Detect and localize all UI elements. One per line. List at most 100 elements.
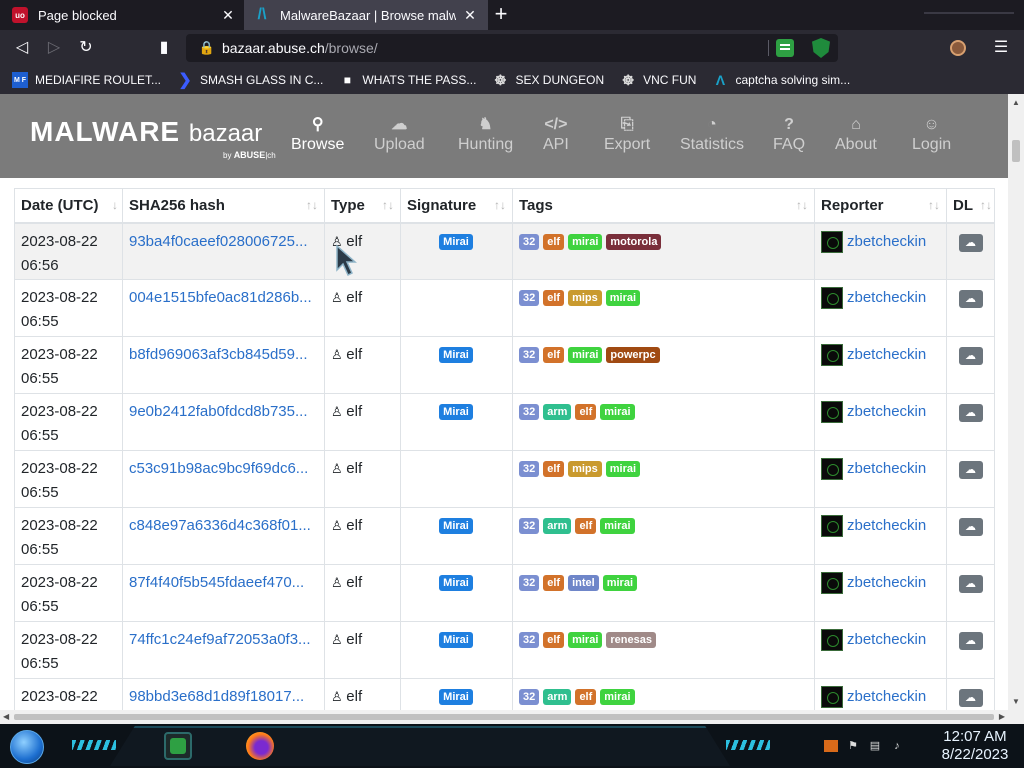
- tag-badge[interactable]: 32: [519, 575, 540, 592]
- nav-statistics[interactable]: ◔ Statistics: [680, 114, 744, 154]
- tag-badge[interactable]: 32: [519, 689, 540, 706]
- reporter-link[interactable]: zbetcheckin: [821, 628, 940, 652]
- url-text[interactable]: bazaar.abuse.ch/browse/: [222, 40, 378, 56]
- sha256-link[interactable]: 87f4f40f5b545fdaeef470...: [129, 571, 318, 595]
- reporter-link[interactable]: zbetcheckin: [821, 400, 940, 424]
- cloud-download-icon[interactable]: ☁: [958, 575, 983, 593]
- tag-badge[interactable]: elf: [543, 347, 565, 364]
- tag-badge[interactable]: mirai: [600, 689, 635, 706]
- table-row[interactable]: 2023-08-22 98bbd3e68d1d89f18017... ♙ elf Mi…: [14, 678, 995, 710]
- signature-badge[interactable]: Mirai: [439, 689, 473, 706]
- tag-badge[interactable]: elf: [543, 290, 565, 307]
- tag-badge[interactable]: 32: [519, 518, 540, 535]
- scroll-down-icon[interactable]: ▼: [1012, 697, 1020, 706]
- reporter-link[interactable]: zbetcheckin: [821, 286, 940, 310]
- back-icon[interactable]: ◁: [12, 38, 32, 58]
- tag-badge[interactable]: 32: [519, 233, 540, 250]
- tag-badge[interactable]: mirai: [605, 290, 641, 307]
- tag-badge[interactable]: motorola: [606, 233, 662, 250]
- bookmark-captcha[interactable]: Λ captcha solving sim...: [712, 72, 850, 88]
- bookmark-mediafire[interactable]: M F MEDIAFIRE ROULET...: [12, 72, 161, 88]
- tag-badge[interactable]: elf: [543, 575, 565, 592]
- scroll-left-icon[interactable]: ◀: [3, 712, 9, 721]
- flag-icon[interactable]: ⚑: [846, 740, 860, 752]
- address-bar[interactable]: 🔒 bazaar.abuse.ch/browse/: [186, 34, 838, 62]
- tag-badge[interactable]: mirai: [600, 518, 635, 535]
- tag-badge[interactable]: arm: [543, 518, 572, 535]
- bookmark-whats-the-pass[interactable]: ■ WHATS THE PASS...: [339, 72, 477, 88]
- tag-badge[interactable]: intel: [568, 575, 599, 592]
- hamburger-menu-icon[interactable]: ☰: [992, 38, 1010, 58]
- tag-badge[interactable]: mirai: [602, 575, 638, 592]
- table-row[interactable]: 2023-08-22 06:55 74ffc1c24ef9af72053a0f3..…: [14, 621, 995, 679]
- profile-avatar[interactable]: [950, 40, 966, 56]
- sha256-link[interactable]: c53c91b98ac9bc9f69dc6...: [129, 457, 318, 481]
- horizontal-scrollbar[interactable]: ◀ ▶: [0, 710, 1008, 724]
- network-icon[interactable]: ▤: [868, 740, 882, 752]
- reporter-link[interactable]: zbetcheckin: [821, 343, 940, 367]
- nav-upload[interactable]: ☁ Upload: [374, 114, 425, 154]
- start-button[interactable]: [10, 730, 44, 764]
- vertical-scrollbar[interactable]: ▲ ▼: [1008, 94, 1024, 710]
- cloud-download-icon[interactable]: ☁: [958, 347, 983, 365]
- nav-faq[interactable]: ? FAQ: [773, 114, 805, 154]
- sha256-link[interactable]: 004e1515bfe0ac81d286b...: [129, 286, 318, 310]
- tag-badge[interactable]: arm: [543, 689, 572, 706]
- reporter-link[interactable]: zbetcheckin: [821, 230, 940, 254]
- tag-badge[interactable]: mips: [568, 290, 602, 307]
- reporter-link[interactable]: zbetcheckin: [821, 571, 940, 595]
- close-tab-icon[interactable]: ✕: [460, 7, 480, 24]
- tab-page-blocked[interactable]: uo Page blocked ✕: [0, 0, 244, 30]
- cloud-download-icon[interactable]: ☁: [958, 632, 983, 650]
- sha256-link[interactable]: c848e97a6336d4c368f01...: [129, 514, 318, 538]
- table-row[interactable]: 2023-08-22 06:55 9e0b2412fab0fdcd8b735... ♙…: [14, 393, 995, 451]
- tray-app-icon[interactable]: [824, 740, 838, 752]
- tag-badge[interactable]: powerpc: [606, 347, 660, 364]
- table-row[interactable]: 2023-08-22 06:55 004e1515bfe0ac81d286b... ♙…: [14, 279, 995, 337]
- cloud-download-icon[interactable]: ☁: [958, 518, 983, 536]
- nav-api[interactable]: </> API: [543, 114, 569, 154]
- tag-badge[interactable]: 32: [519, 404, 540, 421]
- tag-badge[interactable]: 32: [519, 347, 540, 364]
- table-row[interactable]: 2023-08-22 06:56 93ba4f0caeef028006725... ♙…: [14, 222, 995, 280]
- sha256-link[interactable]: 98bbd3e68d1d89f18017...: [129, 685, 318, 709]
- taskbar-clock[interactable]: 12:07 AM 8/22/2023: [930, 728, 1020, 764]
- tag-badge[interactable]: elf: [543, 233, 565, 250]
- nav-browse[interactable]: ⚲ Browse: [291, 114, 344, 154]
- bookmark-sex-dungeon[interactable]: ☸ SEX DUNGEON: [492, 72, 604, 88]
- tab-malwarebazaar[interactable]: /\ MalwareBazaar | Browse malware s ✕: [244, 0, 488, 30]
- reload-icon[interactable]: ↻: [76, 38, 96, 58]
- col-header-type[interactable]: Type ↑↓: [324, 188, 401, 224]
- table-row[interactable]: 2023-08-22 06:55 b8fd969063af3cb845d59... ♙…: [14, 336, 995, 394]
- table-row[interactable]: 2023-08-22 06:55 c848e97a6336d4c368f01... ♙…: [14, 507, 995, 565]
- signature-badge[interactable]: Mirai: [439, 518, 473, 535]
- volume-icon[interactable]: ♪: [890, 740, 904, 752]
- signature-badge[interactable]: Mirai: [439, 347, 473, 364]
- tag-badge[interactable]: 32: [519, 632, 540, 649]
- col-header-date[interactable]: Date (UTC) ↓: [14, 188, 123, 224]
- cloud-download-icon[interactable]: ☁: [958, 461, 983, 479]
- reporter-link[interactable]: zbetcheckin: [821, 457, 940, 481]
- nav-login[interactable]: ☺ Login: [912, 114, 951, 154]
- cloud-download-icon[interactable]: ☁: [958, 290, 983, 308]
- lock-icon[interactable]: 🔒: [196, 40, 218, 56]
- cloud-download-icon[interactable]: ☁: [958, 404, 983, 422]
- tag-badge[interactable]: elf: [543, 461, 565, 478]
- sha256-link[interactable]: 9e0b2412fab0fdcd8b735...: [129, 400, 318, 424]
- table-row[interactable]: 2023-08-22 06:55 c53c91b98ac9bc9f69dc6... ♙…: [14, 450, 995, 508]
- nav-hunting[interactable]: ♞ Hunting: [458, 114, 513, 154]
- col-header-signature[interactable]: Signature ↑↓: [400, 188, 513, 224]
- signature-badge[interactable]: Mirai: [439, 233, 473, 250]
- sha256-link[interactable]: b8fd969063af3cb845d59...: [129, 343, 318, 367]
- sha256-link[interactable]: 93ba4f0caeef028006725...: [129, 230, 318, 254]
- tag-badge[interactable]: elf: [575, 689, 597, 706]
- reporter-link[interactable]: zbetcheckin: [821, 514, 940, 538]
- tag-badge[interactable]: elf: [575, 404, 597, 421]
- signature-badge[interactable]: Mirai: [439, 632, 473, 649]
- notes-extension-icon[interactable]: [776, 39, 794, 57]
- tag-badge[interactable]: mirai: [568, 233, 603, 250]
- tag-badge[interactable]: mirai: [568, 347, 603, 364]
- notes-app-icon[interactable]: [164, 732, 192, 760]
- tag-badge[interactable]: mirai: [568, 632, 603, 649]
- scrollbar-thumb[interactable]: [1012, 140, 1020, 162]
